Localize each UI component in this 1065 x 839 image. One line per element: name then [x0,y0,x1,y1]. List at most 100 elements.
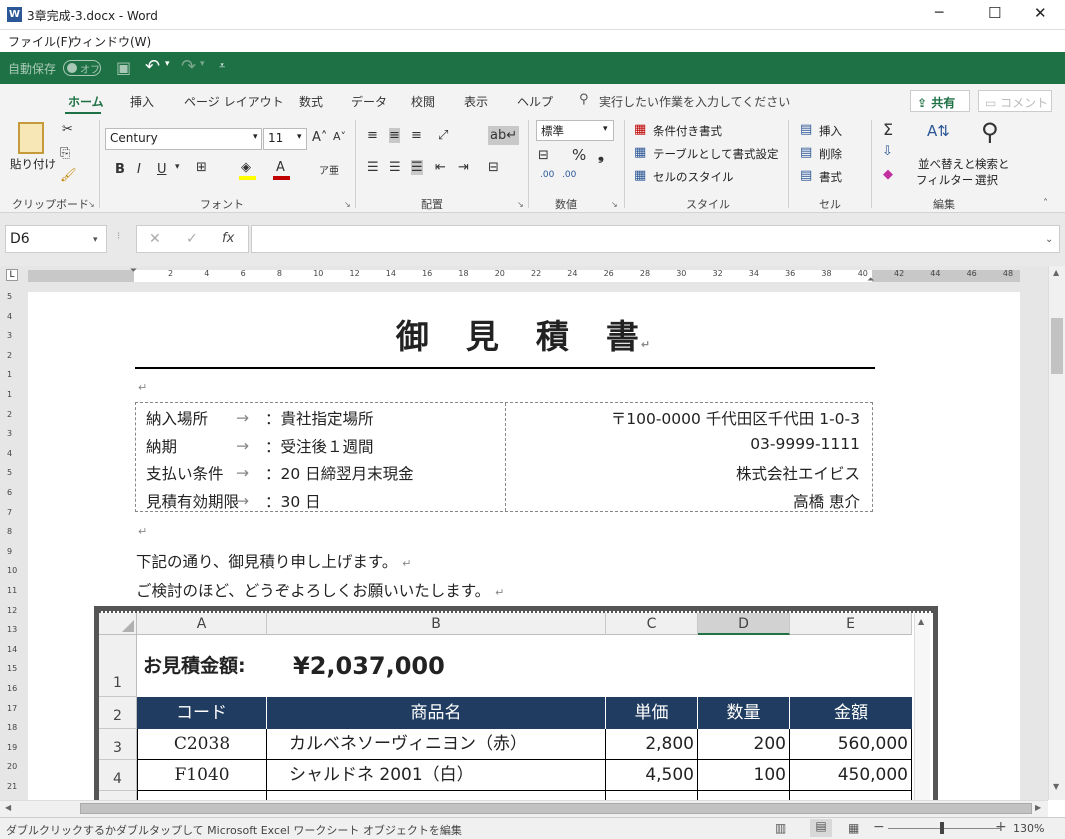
fill-icon[interactable]: ⇩ [882,144,893,159]
name-box[interactable]: D6 [5,225,107,253]
cut-icon[interactable]: ✂ [62,122,73,137]
decrease-indent-icon[interactable]: ⇤ [435,160,446,175]
tab-help[interactable]: ヘルプ [517,93,553,110]
expand-formula-icon[interactable]: ⌄ [1045,234,1053,245]
row-header-4[interactable]: 4 [99,760,137,791]
tab-insert[interactable]: 挿入 [130,93,154,110]
row-header-2[interactable]: 2 [99,697,137,729]
tab-home[interactable]: ホーム [68,93,104,110]
vertical-scrollbar[interactable]: ▲ ▼ [1048,266,1065,800]
format-as-table-icon[interactable]: ▦ [634,145,646,160]
tab-formulas[interactable]: 数式 [299,93,323,110]
underline-dropdown-icon[interactable]: ▾ [175,162,180,172]
decrease-decimal-icon[interactable]: .00 [562,170,576,180]
name-box-dropdown-icon[interactable]: ▾ [93,235,98,245]
currency-icon[interactable]: ⊟ [538,148,549,163]
italic-icon[interactable]: I [137,162,141,177]
copy-icon[interactable]: ⎘ [60,146,70,161]
insert-function-icon[interactable]: fx [222,231,234,246]
tell-me-box[interactable]: 実行したい作業を入力してください [599,93,790,110]
hscroll-thumb[interactable] [80,803,1032,814]
autosum-icon[interactable]: Σ [883,120,893,139]
sort-filter-icon[interactable]: A⇅ [927,122,950,140]
row-header-5[interactable] [99,791,137,800]
font-launcher-icon[interactable]: ↘ [344,200,351,209]
menu-file[interactable]: ファイル(F) [8,33,72,50]
align-left-icon[interactable]: ☰ [367,160,379,175]
conditional-format-icon[interactable]: ▦ [634,122,646,137]
undo-icon[interactable]: ↶ [145,56,160,77]
paste-icon[interactable] [18,122,44,154]
scroll-right-icon[interactable]: ▶ [1035,803,1041,812]
horizontal-scrollbar[interactable]: ◀ ▶ [0,800,1048,817]
sort-filter-label2[interactable]: フィルター [916,172,973,188]
clipboard-launcher-icon[interactable]: ↘ [88,200,95,209]
zoom-slider-track[interactable] [888,828,1000,829]
menu-window[interactable]: ウィンドウ(W) [70,33,151,50]
maximize-button[interactable]: ☐ [988,4,1001,22]
delete-cells-icon[interactable]: ▤ [800,145,812,160]
align-center-icon[interactable]: ☰ [389,160,401,175]
redo-dropdown-icon[interactable]: ▾ [200,59,205,69]
row-header-1[interactable]: 1 [99,635,137,697]
underline-icon[interactable]: U [157,162,167,177]
print-layout-icon[interactable]: ▤ [810,819,832,837]
shrink-font-icon[interactable]: A˅ [333,130,346,143]
col-header-b[interactable]: B [267,613,606,635]
minimize-button[interactable]: ─ [935,5,943,21]
paste-button[interactable]: 貼り付け [10,156,56,172]
merge-center-icon[interactable]: ⊟ [488,160,499,175]
align-top-icon[interactable]: ≡ [367,128,378,143]
comma-style-icon[interactable]: ❟ [598,146,604,164]
tab-data[interactable]: データ [351,93,387,110]
format-painter-icon[interactable]: 🖌 [60,168,77,183]
autosave-toggle[interactable]: オフ [63,60,101,76]
close-button[interactable]: ✕ [1034,4,1047,22]
col-header-e[interactable]: E [790,613,912,635]
borders-icon[interactable]: ⊞ [196,160,207,175]
conditional-format-button[interactable]: 条件付き書式 [653,123,722,139]
format-cells-button[interactable]: 書式 [819,169,842,185]
cancel-entry-icon[interactable]: ✕ [149,231,161,247]
tab-review[interactable]: 校閲 [411,93,435,110]
scroll-thumb[interactable] [1051,318,1063,374]
grow-font-icon[interactable]: A˄ [312,130,327,145]
save-icon[interactable]: ▣ [116,58,131,77]
indent-marker-icon[interactable]: ⏷ [130,266,137,276]
right-indent-marker-icon[interactable]: ⏶ [867,275,874,285]
align-right-icon[interactable]: ☰ [411,160,423,175]
fill-color-icon[interactable]: ◈ [241,160,251,175]
col-header-c[interactable]: C [606,613,698,635]
number-launcher-icon[interactable]: ↘ [611,200,618,209]
zoom-out-icon[interactable]: − [873,819,885,835]
find-select-label1[interactable]: 検索と [975,156,1010,172]
wrap-text-icon[interactable]: ab↵ [488,126,520,145]
find-select-icon[interactable]: ⚲ [981,118,999,146]
font-name-box[interactable]: Century [105,128,262,150]
formula-input[interactable] [251,225,1060,253]
collapse-ribbon-icon[interactable]: ˄ [1043,198,1048,209]
scroll-down-icon[interactable]: ▼ [1053,782,1059,791]
col-header-d[interactable]: D [698,613,790,635]
sort-filter-label1[interactable]: 並べ替えと [918,156,976,172]
align-middle-icon[interactable]: ≡ [389,128,400,143]
cell-styles-button[interactable]: セルのスタイル [653,169,734,185]
web-layout-icon[interactable]: ▦ [848,821,859,835]
undo-dropdown-icon[interactable]: ▾ [165,59,170,69]
select-all-corner[interactable] [99,613,137,635]
insert-cells-icon[interactable]: ▤ [800,122,812,137]
zoom-in-icon[interactable]: + [995,819,1007,835]
format-as-table-button[interactable]: テーブルとして書式設定 [653,146,778,162]
clear-icon[interactable]: ◆ [883,167,893,182]
customize-qat-icon[interactable]: ⩡ [219,59,225,73]
zoom-level[interactable]: 130% [1013,822,1044,835]
format-cells-icon[interactable]: ▤ [800,168,812,183]
col-header-a[interactable]: A [137,613,267,635]
excel-scroll-up-icon[interactable]: ▲ [918,617,924,626]
tab-view[interactable]: 表示 [464,93,488,110]
bold-icon[interactable]: B [115,162,125,177]
scroll-left-icon[interactable]: ◀ [5,803,11,812]
embedded-excel-object[interactable]: A B C D E 1 2 3 4 お見積金額: ¥2,037,000 コード … [94,606,938,800]
orientation-icon[interactable]: ⤢ [438,128,448,143]
insert-cells-button[interactable]: 挿入 [819,123,842,139]
